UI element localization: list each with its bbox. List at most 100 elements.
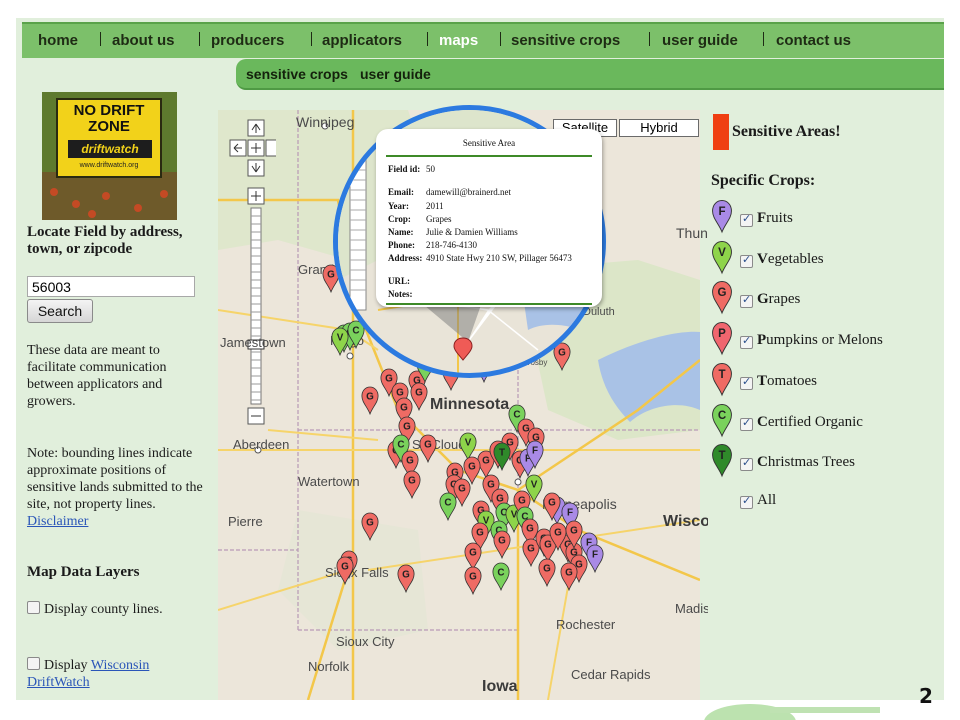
popup-phone: Phone: 218-746-4130 bbox=[388, 240, 477, 250]
locate-field-heading: Locate Field by address, town, or zipcod… bbox=[27, 224, 183, 257]
nav-separator bbox=[100, 32, 101, 46]
svg-text:C: C bbox=[718, 410, 727, 422]
crop-marker: T bbox=[712, 362, 732, 397]
search-button[interactable]: Search bbox=[27, 299, 93, 323]
nav-home[interactable]: home bbox=[38, 32, 78, 49]
wisconsin-driftwatch-checkbox[interactable] bbox=[27, 657, 40, 670]
crop-label: Tomatoes bbox=[757, 372, 818, 389]
all-crops-label: All bbox=[757, 492, 777, 508]
map-data-layers-heading: Map Data Layers bbox=[27, 564, 140, 580]
disclaimer-link[interactable]: Disclaimer bbox=[27, 514, 88, 529]
map-place-label: Pierre bbox=[228, 514, 263, 529]
nav-producers[interactable]: producers bbox=[211, 32, 284, 49]
crop-label: Vegetables bbox=[757, 250, 824, 267]
crop-label: Fruits bbox=[757, 210, 793, 226]
nav-applicators[interactable]: applicators bbox=[322, 32, 402, 49]
legend-marker-icon: G bbox=[712, 281, 732, 315]
sub-nav: sensitive crops user guide bbox=[236, 59, 944, 90]
subnav-sensitive-crops[interactable]: sensitive crops bbox=[246, 66, 348, 82]
info-paragraph: These data are meant to facilitate commu… bbox=[27, 343, 167, 409]
main-nav: home about us producers applicators maps… bbox=[22, 22, 944, 58]
nav-separator bbox=[500, 32, 501, 46]
wisconsin-driftwatch-option[interactable]: Display Wisconsin DriftWatch bbox=[27, 657, 203, 691]
crop-checkbox[interactable] bbox=[740, 334, 753, 350]
svg-text:T: T bbox=[718, 369, 725, 381]
map-place-label: Watertown bbox=[298, 474, 360, 489]
crop-label: Certified Organic bbox=[757, 413, 863, 430]
slide-number: 2 bbox=[919, 684, 933, 708]
legend-marker-icon: C bbox=[712, 403, 732, 437]
specific-crops-heading: Specific Crops: bbox=[711, 172, 816, 189]
svg-text:T: T bbox=[718, 450, 725, 462]
sensitive-areas-heading: Sensitive Areas! bbox=[732, 123, 841, 140]
hybrid-button[interactable]: Hybrid bbox=[619, 119, 699, 137]
map-place-label: Aberdeen bbox=[233, 437, 290, 452]
note-paragraph: Note: bounding lines indicate approximat… bbox=[27, 446, 203, 529]
county-lines-option[interactable]: Display county lines. bbox=[27, 601, 203, 618]
county-lines-checkbox[interactable] bbox=[27, 601, 40, 614]
crop-checkbox[interactable] bbox=[740, 416, 753, 431]
map-place-label: Norfolk bbox=[308, 659, 350, 674]
crop-marker: V bbox=[712, 240, 732, 275]
legend-marker-icon: T bbox=[712, 362, 732, 397]
nav-sensitive-crops[interactable]: sensitive crops bbox=[511, 32, 620, 49]
map-place-label: Sioux City bbox=[336, 634, 395, 649]
popup-title: Sensitive Area bbox=[462, 138, 516, 148]
zipcode-input[interactable] bbox=[27, 276, 195, 297]
popup-year: Year: 2011 bbox=[388, 201, 444, 211]
map-place-label: St. Cloud bbox=[412, 437, 466, 452]
popup-address: Address: 4910 State Hwy 210 SW, Pillager … bbox=[388, 253, 572, 263]
crop-marker: P bbox=[712, 322, 732, 356]
nav-maps[interactable]: maps bbox=[439, 32, 478, 49]
map-place-label: Jamestown bbox=[220, 335, 286, 350]
sensitive-area-swatch bbox=[713, 114, 729, 150]
map-place-label: Fargo bbox=[330, 333, 364, 348]
sensitive-area-popup: Sensitive Area Field id: 50 Email: damewil… bbox=[376, 129, 602, 307]
crop-checkbox[interactable] bbox=[740, 253, 753, 268]
map-place-label: Sioux Falls bbox=[325, 565, 389, 580]
nav-user-guide[interactable]: user guide bbox=[662, 32, 738, 49]
legend-marker-icon: V bbox=[712, 240, 732, 275]
nav-contact-us[interactable]: contact us bbox=[776, 32, 851, 49]
popup-crop: Crop: Grapes bbox=[388, 214, 452, 224]
crop-marker: T bbox=[712, 444, 732, 478]
legend-marker-icon: P bbox=[712, 322, 732, 356]
popup-notes: Notes: bbox=[388, 289, 413, 299]
crop-checkbox[interactable] bbox=[740, 375, 753, 390]
nav-separator bbox=[763, 32, 764, 46]
all-crops-checkbox[interactable] bbox=[740, 494, 753, 509]
legend-marker-icon: T bbox=[712, 444, 732, 478]
map-place-label: Iowa bbox=[482, 678, 518, 695]
crop-marker: F bbox=[712, 200, 732, 234]
map-place-label: Rochester bbox=[556, 617, 616, 632]
crop-checkbox[interactable] bbox=[740, 293, 753, 309]
legend-marker-icon: F bbox=[712, 200, 732, 234]
crop-label: Grapes bbox=[757, 291, 801, 308]
nav-about-us[interactable]: about us bbox=[112, 32, 175, 49]
popup-email: Email: damewill@brainerd.net bbox=[388, 187, 512, 197]
map-zoom-controls[interactable] bbox=[226, 116, 276, 436]
crop-marker: G bbox=[712, 281, 732, 315]
map-place-label: Minnesota bbox=[430, 396, 510, 413]
nav-separator bbox=[199, 32, 200, 46]
subnav-user-guide[interactable]: user guide bbox=[360, 66, 431, 82]
crop-checkbox[interactable] bbox=[740, 212, 753, 227]
popup-name: Name: Julie & Damien Williams bbox=[388, 227, 518, 237]
department-logo-fragment bbox=[704, 704, 880, 720]
crop-label: Pumpkins or Melons bbox=[757, 332, 883, 349]
svg-text:V: V bbox=[718, 247, 726, 259]
nav-separator bbox=[311, 32, 312, 46]
svg-text:F: F bbox=[718, 206, 725, 218]
legend-panel bbox=[708, 110, 936, 700]
map-place-label: Minneapolis bbox=[542, 496, 617, 512]
crop-label: Christmas Trees bbox=[757, 454, 855, 471]
popup-field-id: Field id: 50 bbox=[388, 164, 435, 174]
popup-url: URL: bbox=[388, 276, 410, 286]
map-place-label: Cedar Rapids bbox=[571, 667, 651, 682]
svg-text:G: G bbox=[718, 288, 727, 300]
nav-separator bbox=[649, 32, 650, 46]
no-drift-zone-logo: NO DRIFT ZONE driftwatch www.driftwatch.… bbox=[42, 92, 177, 220]
map-place-label: Winnipeg bbox=[296, 114, 355, 130]
crop-checkbox[interactable] bbox=[740, 456, 753, 472]
svg-text:P: P bbox=[718, 328, 726, 340]
